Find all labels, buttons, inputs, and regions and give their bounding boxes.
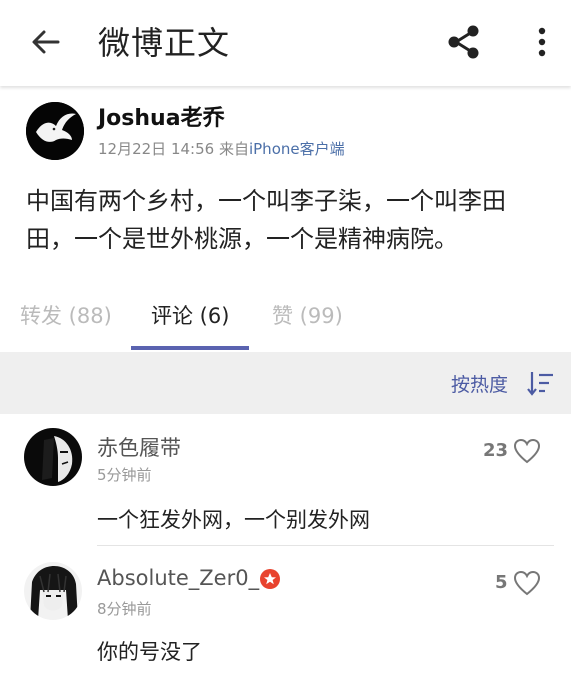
heart-icon[interactable] <box>513 438 541 464</box>
commenter-name[interactable]: 赤色履带 <box>97 432 181 462</box>
comment-text: 你的号没了 <box>97 640 202 664</box>
more-vertical-icon[interactable] <box>530 24 554 60</box>
back-arrow-icon[interactable] <box>28 24 64 60</box>
comment-item: Absolute_Zer0_ 8分钟前 你的号没了 5 <box>0 546 571 680</box>
tab-reposts[interactable]: 转发 (88) <box>20 300 112 330</box>
comment-time: 5分钟前 <box>97 466 152 484</box>
post-meta: 12月22日 14:56 来自iPhone客户端 <box>98 138 345 159</box>
tab-likes[interactable]: 赞 (99) <box>272 300 343 330</box>
author-avatar[interactable] <box>26 102 84 160</box>
commenter-avatar[interactable] <box>24 428 82 486</box>
comment-text: 一个狂发外网，一个别发外网 <box>97 508 370 532</box>
dove-icon <box>26 102 84 160</box>
active-tab-indicator <box>131 346 249 350</box>
comment-like-count: 5 <box>495 572 508 593</box>
sort-icon[interactable] <box>526 370 554 396</box>
heart-icon[interactable] <box>513 570 541 596</box>
comment-like-count: 23 <box>483 440 509 461</box>
sort-by-hot-button[interactable]: 按热度 <box>451 370 508 397</box>
author-name[interactable]: Joshua老乔 <box>98 100 225 132</box>
post-text-line: 中国有两个乡村，一个叫李子柒，一个叫李田 <box>26 187 506 215</box>
post-text: 中国有两个乡村，一个叫李子柒，一个叫李田 田，一个是世外桃源，一个是精神病院。 <box>26 182 551 258</box>
comment-item: 赤色履带 5分钟前 一个狂发外网，一个别发外网 23 <box>0 414 571 546</box>
anime-avatar-icon <box>24 562 82 620</box>
commenter-name[interactable]: Absolute_Zer0_ <box>97 566 259 590</box>
top-app-bar: 微博正文 <box>0 0 571 86</box>
from-label: 来自 <box>218 140 249 158</box>
commenter-avatar[interactable] <box>24 562 82 620</box>
verified-badge-icon <box>260 569 280 589</box>
post-date: 12月22日 14:56 <box>98 140 215 158</box>
post-card: Joshua老乔 12月22日 14:56 来自iPhone客户端 中国有两个乡… <box>0 86 571 274</box>
tab-comments[interactable]: 评论 (6) <box>151 300 229 330</box>
post-text-line: 田，一个是世外桃源，一个是精神病院。 <box>26 225 458 253</box>
sort-bar: 按热度 <box>0 352 571 414</box>
comment-time: 8分钟前 <box>97 600 152 618</box>
anime-avatar-icon <box>24 428 82 486</box>
post-source-link[interactable]: iPhone客户端 <box>249 140 345 158</box>
share-icon[interactable] <box>444 22 484 62</box>
post-tabs: 转发 (88) 评论 (6) 赞 (99) <box>0 274 571 352</box>
page-title: 微博正文 <box>98 24 231 62</box>
